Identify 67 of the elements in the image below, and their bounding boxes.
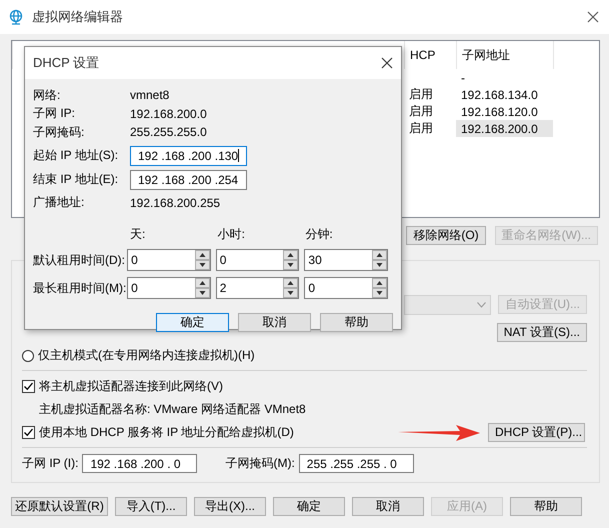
spin-field[interactable]: 0 xyxy=(216,249,300,271)
info-value: 192.168.200.0 xyxy=(130,106,207,121)
button[interactable]: 还原默认设置(R) xyxy=(11,497,108,516)
dhcp-settings-button[interactable]: DHCP 设置(P)... xyxy=(488,423,585,442)
spinner-icon[interactable] xyxy=(194,278,210,298)
button[interactable]: 帮助 xyxy=(320,313,393,332)
field-label: 最长租用时间(M): xyxy=(33,280,128,296)
field-label: 起始 IP 地址(S): xyxy=(33,147,120,164)
button[interactable]: 确定 xyxy=(156,313,229,332)
input-field[interactable]: 255 .255 .255 . 0 xyxy=(298,454,414,473)
column-header[interactable]: HCP xyxy=(404,41,456,69)
info-label: 子网 IP: xyxy=(33,105,76,122)
spinner-icon[interactable] xyxy=(372,250,388,270)
info-value: 192.168.200.255 xyxy=(130,196,220,210)
window-title: 虚拟网络编辑器 xyxy=(32,8,124,26)
globe-icon xyxy=(8,9,24,25)
button[interactable]: 导入(T)... xyxy=(115,497,187,516)
dialog-title: DHCP 设置 xyxy=(33,54,100,72)
button[interactable]: 帮助 xyxy=(510,497,582,516)
column-label: 分钟: xyxy=(305,227,333,241)
info-value: vmnet8 xyxy=(130,88,170,102)
table-cell[interactable]: 192.168.120.0 xyxy=(456,103,553,120)
table-cell: 启用 xyxy=(409,120,433,137)
checkbox-label: 使用本地 DHCP 服务将 IP 地址分配给虚拟机(D) xyxy=(39,424,294,441)
column-header[interactable]: 子网地址 xyxy=(456,41,553,69)
radio-label: 仅主机模式(在专用网络内连接虚拟机)(H) xyxy=(38,347,255,364)
checkbox[interactable] xyxy=(22,426,35,439)
table-cell[interactable]: 192.168.134.0 xyxy=(456,86,553,103)
spinner-icon[interactable] xyxy=(194,250,210,270)
column-label: 小时: xyxy=(218,227,246,241)
spin-field[interactable]: 0 xyxy=(127,277,211,299)
field-label: 子网 IP (I): xyxy=(22,455,78,472)
field-label: 默认租用时间(D): xyxy=(33,252,126,268)
info-label: 子网掩码: xyxy=(33,124,86,141)
button[interactable]: 取消 xyxy=(352,497,424,516)
checkbox[interactable] xyxy=(22,380,35,393)
button[interactable]: 确定 xyxy=(273,497,345,516)
checkbox-label: 将主机虚拟适配器连接到此网络(V) xyxy=(39,378,223,395)
spin-field[interactable]: 0 xyxy=(304,277,388,299)
input-field[interactable]: 192 .168 .200 . 0 xyxy=(82,454,198,473)
table-cell: 启用 xyxy=(409,103,433,120)
info-value: 255.255.255.0 xyxy=(130,125,207,140)
info-label: 广播地址: xyxy=(33,194,86,212)
chevron-icon xyxy=(477,302,486,308)
spin-field[interactable]: 0 xyxy=(127,249,211,271)
radio-button[interactable] xyxy=(22,350,34,362)
spin-field[interactable]: 30 xyxy=(304,249,388,271)
button[interactable]: NAT 设置(S)... xyxy=(496,323,587,342)
button[interactable]: 导出(X)... xyxy=(194,497,266,516)
close-icon[interactable] xyxy=(381,57,393,69)
table-cell: 启用 xyxy=(409,86,433,103)
button[interactable]: 取消 xyxy=(238,313,311,332)
spinner-icon[interactable] xyxy=(283,250,298,270)
adapter-name-text: 主机虚拟适配器名称: VMware 网络适配器 VMnet8 xyxy=(39,401,306,418)
input-field[interactable]: 192 .168 .200 .130 xyxy=(130,146,247,166)
spinner-icon[interactable] xyxy=(372,278,388,298)
field-label: 子网掩码(M): xyxy=(225,455,295,472)
button[interactable]: 移除网络(O) xyxy=(406,226,486,245)
field-label: 结束 IP 地址(E): xyxy=(33,171,120,188)
spin-field[interactable]: 2 xyxy=(216,277,300,299)
column-label: 天: xyxy=(130,227,146,241)
close-icon[interactable] xyxy=(587,11,599,23)
table-cell[interactable]: 192.168.200.0 xyxy=(456,120,553,137)
spinner-icon[interactable] xyxy=(283,278,298,298)
table-cell[interactable]: - xyxy=(456,69,553,86)
input-field[interactable]: 192 .168 .200 .254 xyxy=(130,170,247,190)
info-label: 网络: xyxy=(33,86,62,104)
